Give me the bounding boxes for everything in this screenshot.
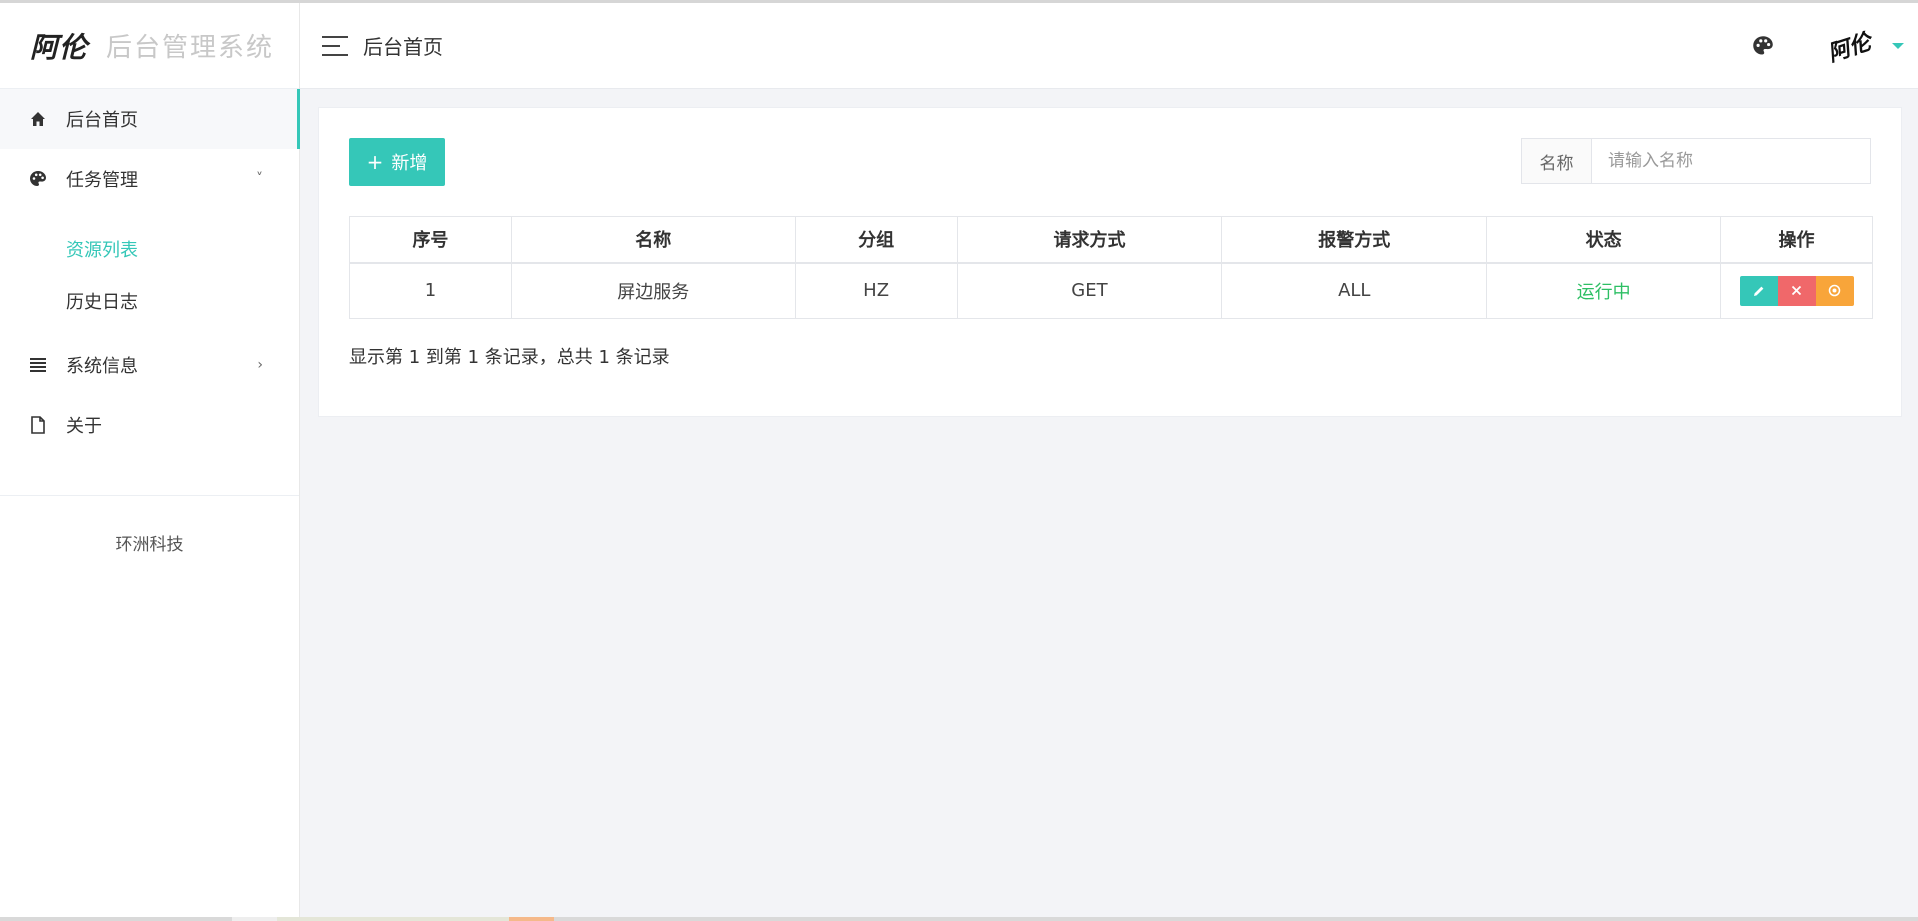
company-name: 环洲科技 [115, 535, 184, 555]
sidebar-item-task-management[interactable]: 任务管理 ˅ [0, 149, 299, 209]
add-button-label: 新增 [391, 153, 428, 174]
list-icon [28, 355, 48, 375]
sidebar-item-label: 系统信息 [66, 356, 138, 377]
home-icon [28, 109, 48, 129]
column-header-group[interactable]: 分组 [794, 216, 958, 264]
plus-icon: + [366, 150, 384, 174]
cell-method: GET [956, 262, 1223, 319]
sidebar: 阿伦 后台管理系统 后台首页 任务管理 ˅ 资源列表 历史日志 系统信息 › 关… [0, 3, 300, 918]
cell-alarm: ALL [1221, 262, 1488, 319]
sidebar-item-label: 关于 [66, 416, 102, 437]
toggle-run-button[interactable] [1815, 275, 1854, 306]
name-search: 名称 [1521, 138, 1871, 184]
task-management-submenu: 资源列表 历史日志 [0, 209, 299, 335]
sidebar-subitem-resource-list[interactable]: 资源列表 [0, 223, 299, 275]
chevron-right-icon: › [257, 357, 263, 373]
target-icon [1828, 285, 1841, 297]
column-header-seq[interactable]: 序号 [349, 216, 512, 264]
page-title: 后台首页 [363, 35, 443, 59]
table-row[interactable]: 1 屏边服务 HZ GET ALL 运行中 [349, 262, 1873, 319]
sidebar-item-label: 后台首页 [66, 110, 138, 131]
column-header-method[interactable]: 请求方式 [956, 216, 1223, 264]
app-title: 后台管理系统 [106, 33, 275, 63]
column-header-status[interactable]: 状态 [1486, 216, 1721, 264]
status-badge: 运行中 [1486, 262, 1721, 319]
resource-table: 序号 名称 分组 请求方式 报警方式 状态 操作 1 屏边服务 HZ GET A… [349, 216, 1873, 319]
toolbar: + 新增 名称 [319, 108, 1901, 218]
sidebar-item-label: 任务管理 [66, 170, 138, 191]
header-actions: 阿伦 [1752, 3, 1918, 89]
document-icon [28, 415, 48, 435]
top-header: 后台首页 阿伦 [300, 3, 1918, 89]
avatar[interactable]: 阿伦 [1812, 9, 1886, 83]
sidebar-divider [0, 495, 299, 496]
sidebar-item-system-info[interactable]: 系统信息 › [0, 335, 299, 395]
cell-seq: 1 [349, 262, 512, 319]
sidebar-nav: 后台首页 任务管理 ˅ [0, 89, 300, 209]
column-header-alarm[interactable]: 报警方式 [1221, 216, 1488, 264]
delete-button[interactable] [1777, 275, 1816, 306]
theme-palette-icon[interactable] [1752, 32, 1780, 60]
sidebar-nav-secondary: 系统信息 › 关于 [0, 335, 299, 455]
resource-list-panel: + 新增 名称 序号 名称 分组 请求方式 报警方式 状态 操作 1 屏边服务 … [318, 107, 1902, 417]
logo-mark: 阿伦 [30, 30, 89, 64]
sidebar-subitem-history-log[interactable]: 历史日志 [0, 275, 299, 327]
logo[interactable]: 阿伦 后台管理系统 [0, 3, 299, 89]
name-search-input[interactable] [1592, 139, 1870, 183]
sidebar-item-home[interactable]: 后台首页 [0, 89, 300, 149]
pagination-info: 显示第 1 到第 1 条记录，总共 1 条记录 [349, 347, 670, 368]
search-label: 名称 [1522, 139, 1592, 183]
caret-down-icon[interactable] [1892, 43, 1904, 49]
column-header-actions: 操作 [1720, 216, 1873, 264]
sidebar-item-about[interactable]: 关于 [0, 395, 299, 455]
edit-button[interactable] [1739, 275, 1778, 306]
table-header-row: 序号 名称 分组 请求方式 报警方式 状态 操作 [349, 216, 1873, 264]
close-icon [1791, 286, 1802, 296]
cell-actions [1720, 262, 1873, 319]
add-button[interactable]: + 新增 [349, 138, 445, 186]
row-actions [1739, 275, 1854, 306]
pencil-icon [1753, 286, 1763, 296]
column-header-name[interactable]: 名称 [510, 216, 796, 264]
palette-icon [28, 169, 48, 189]
cell-name: 屏边服务 [510, 262, 796, 319]
chevron-down-icon: ˅ [256, 171, 263, 187]
horizontal-scrollbar[interactable] [0, 917, 1918, 921]
menu-toggle-icon[interactable] [322, 35, 348, 56]
cell-group: HZ [794, 262, 958, 319]
